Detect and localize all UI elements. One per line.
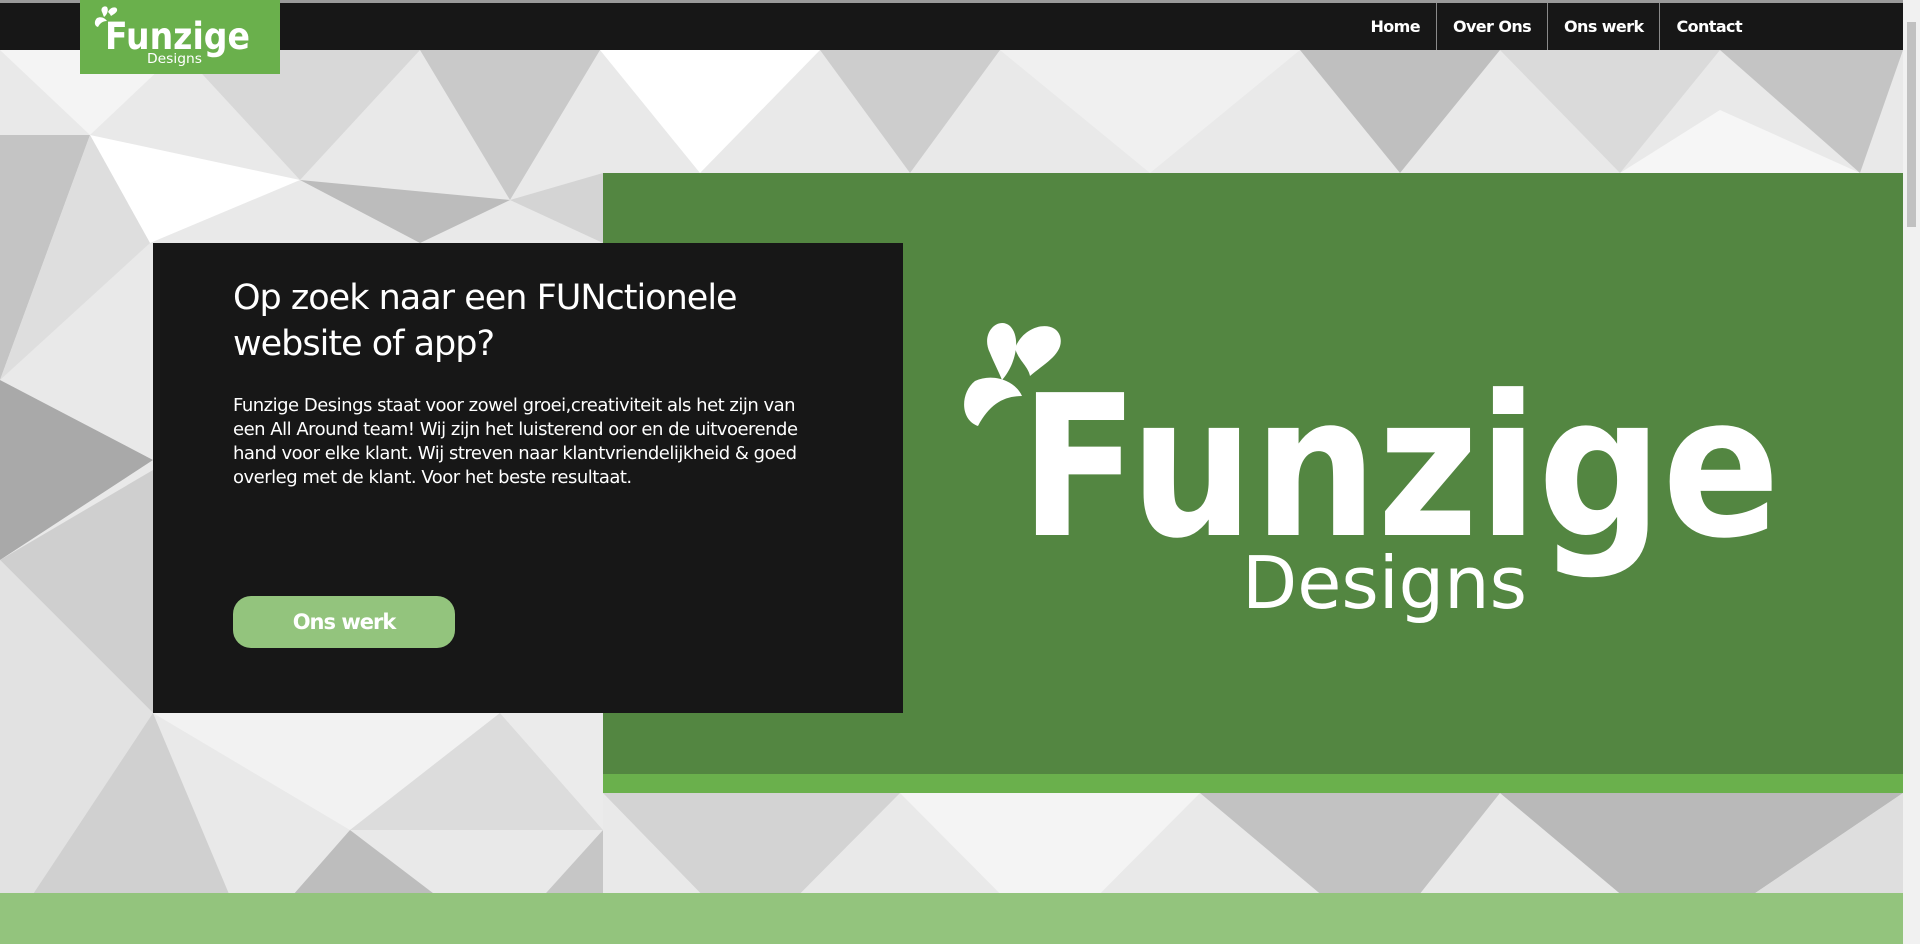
nav-item-contact[interactable]: Contact — [1659, 3, 1758, 50]
nav-item-over-ons[interactable]: Over Ons — [1435, 3, 1547, 50]
hero-text-card: Op zoek naar een FUNctionele website of … — [153, 243, 903, 713]
hero-logo-graphic: Funzige Designs — [964, 323, 1780, 625]
nav-logo-graphic: Funzige Designs — [94, 6, 250, 67]
browser-top-edge — [0, 0, 1920, 3]
main-nav: Home Over Ons Ons werk Contact — [1354, 3, 1758, 50]
nav-item-home[interactable]: Home — [1354, 3, 1436, 50]
page-scrollbar[interactable] — [1903, 0, 1920, 944]
scrollbar-thumb[interactable] — [1907, 22, 1916, 227]
nav-logo-sub: Designs — [147, 52, 202, 67]
nav-item-ons-werk[interactable]: Ons werk — [1547, 3, 1659, 50]
ons-werk-button[interactable]: Ons werk — [233, 596, 455, 648]
hero-title: Op zoek naar een FUNctionele website of … — [233, 278, 738, 364]
next-section-band — [0, 893, 1903, 944]
top-navbar: Home Over Ons Ons werk Contact — [0, 3, 1903, 50]
hero-logo: Funzige Designs — [960, 308, 1790, 632]
page-viewport: Funzige Designs Op zoek naar een FUNctio… — [0, 0, 1903, 944]
nav-logo[interactable]: Funzige Designs — [80, 0, 280, 74]
hero-green-strip — [603, 774, 1903, 793]
hero-logo-sub: Designs — [1242, 541, 1527, 625]
hero-description: Funzige Desings staat voor zowel groei,c… — [233, 395, 798, 488]
